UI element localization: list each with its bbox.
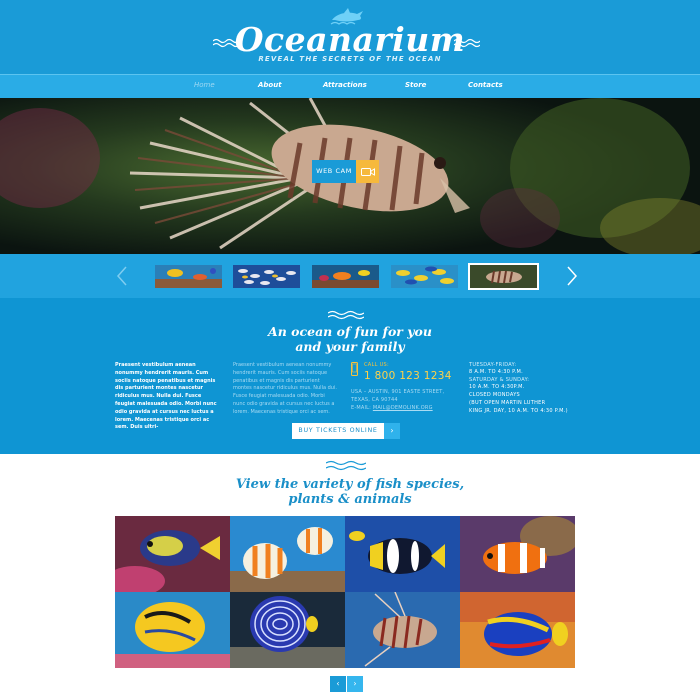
species-gallery: [115, 516, 576, 668]
webcam-label: WEB CAM: [312, 160, 356, 183]
hours-weekend: 10 A.M. TO 4:30P.M.: [469, 384, 525, 390]
gallery-item-1[interactable]: [115, 516, 230, 592]
gallery-item-6[interactable]: [230, 592, 345, 668]
info-text-1: Praesent vestibulum aenean nonummy hendr…: [115, 362, 217, 431]
wave-divider-icon: [328, 310, 364, 320]
info-title-line2: and your family: [295, 339, 405, 354]
email-link[interactable]: MAIL@DEMOLINK.ORG: [373, 405, 433, 411]
info-section: An ocean of fun for you and your family …: [0, 298, 700, 454]
nav-item-home[interactable]: Home: [194, 81, 215, 89]
wave-divider-icon: [326, 460, 366, 471]
main-nav: Home About Attractions Store Contacts: [0, 74, 700, 98]
email-label: E-MAIL:: [351, 404, 372, 411]
thumbnail-5[interactable]: [468, 263, 539, 290]
site-tagline: REVEAL THE SECRETS OF THE OCEAN: [258, 55, 442, 63]
hours-weekday-label: TUESDAY-FRIDAY:: [469, 362, 517, 368]
thumbnail-1[interactable]: [155, 265, 222, 288]
info-title-line1: An ocean of fun for you: [268, 324, 432, 339]
opening-hours: TUESDAY-FRIDAY: 8 A.M. TO 4:30 P.M. SATU…: [469, 362, 574, 416]
gallery-item-7[interactable]: [345, 592, 460, 668]
pager-prev-button[interactable]: ‹: [330, 676, 346, 692]
call-us-label: CALL US:: [364, 362, 389, 368]
species-title: View the variety of fish species, plants…: [0, 477, 700, 507]
thumbnail-2[interactable]: [233, 265, 300, 288]
info-text-2: Praesent vestibulum aenean nonummy hendr…: [233, 362, 337, 415]
contact-block: CALL US: 1 800 123 1234 USA – AUSTIN, 90…: [351, 362, 456, 412]
gallery-pager: ‹ ›: [330, 676, 363, 692]
gallery-item-2[interactable]: [230, 516, 345, 592]
address-line2: TEXAS, CA 90744: [351, 396, 398, 403]
webcam-button[interactable]: WEB CAM: [312, 160, 379, 183]
species-title-line1: View the variety of fish species,: [235, 477, 465, 492]
address-line1: USA – AUSTIN, 901 EASTE STREET,: [351, 388, 445, 395]
info-title: An ocean of fun for you and your family: [0, 324, 700, 354]
wave-right-icon: [454, 38, 480, 48]
site-logo-text[interactable]: Oceanarium: [0, 22, 700, 58]
gallery-item-5[interactable]: [115, 592, 230, 668]
buy-tickets-label: BUY TICKETS ONLINE: [292, 423, 384, 439]
nav-item-about[interactable]: About: [258, 81, 282, 89]
chevron-left-icon[interactable]: [116, 266, 128, 286]
chevron-right-icon[interactable]: [566, 266, 578, 286]
closed-line2: (BUT OPEN MARTIN LUTHER: [469, 400, 546, 406]
hours-weekday: 8 A.M. TO 4:30 P.M.: [469, 369, 524, 375]
address: USA – AUSTIN, 901 EASTE STREET, TEXAS, C…: [351, 388, 456, 412]
phone-number[interactable]: 1 800 123 1234: [364, 370, 452, 382]
gallery-item-8[interactable]: [460, 592, 575, 668]
gallery-item-3[interactable]: [345, 516, 460, 592]
closed-line1: CLOSED MONDAYS: [469, 392, 521, 398]
thumbnail-4[interactable]: [391, 265, 458, 288]
gallery-item-4[interactable]: [460, 516, 575, 592]
site-header: Oceanarium REVEAL THE SECRETS OF THE OCE…: [0, 0, 700, 74]
thumbnail-3[interactable]: [312, 265, 379, 288]
species-title-line2: plants & animals: [288, 492, 412, 507]
hours-weekend-label: SATURDAY & SUNDAY:: [469, 377, 530, 383]
closed-line3: KING JR. DAY, 10 A.M. TO 4:30 P.M.): [469, 408, 568, 414]
pager-next-button[interactable]: ›: [347, 676, 363, 692]
nav-item-attractions[interactable]: Attractions: [323, 81, 367, 89]
phone-icon: [351, 362, 358, 376]
nav-item-store[interactable]: Store: [405, 81, 426, 89]
nav-item-contacts[interactable]: Contacts: [468, 81, 503, 89]
buy-tickets-button[interactable]: BUY TICKETS ONLINE ›: [292, 423, 400, 439]
video-camera-icon: [356, 160, 379, 183]
thumbnail-strip: [0, 254, 700, 298]
arrow-right-icon: ›: [384, 423, 400, 439]
